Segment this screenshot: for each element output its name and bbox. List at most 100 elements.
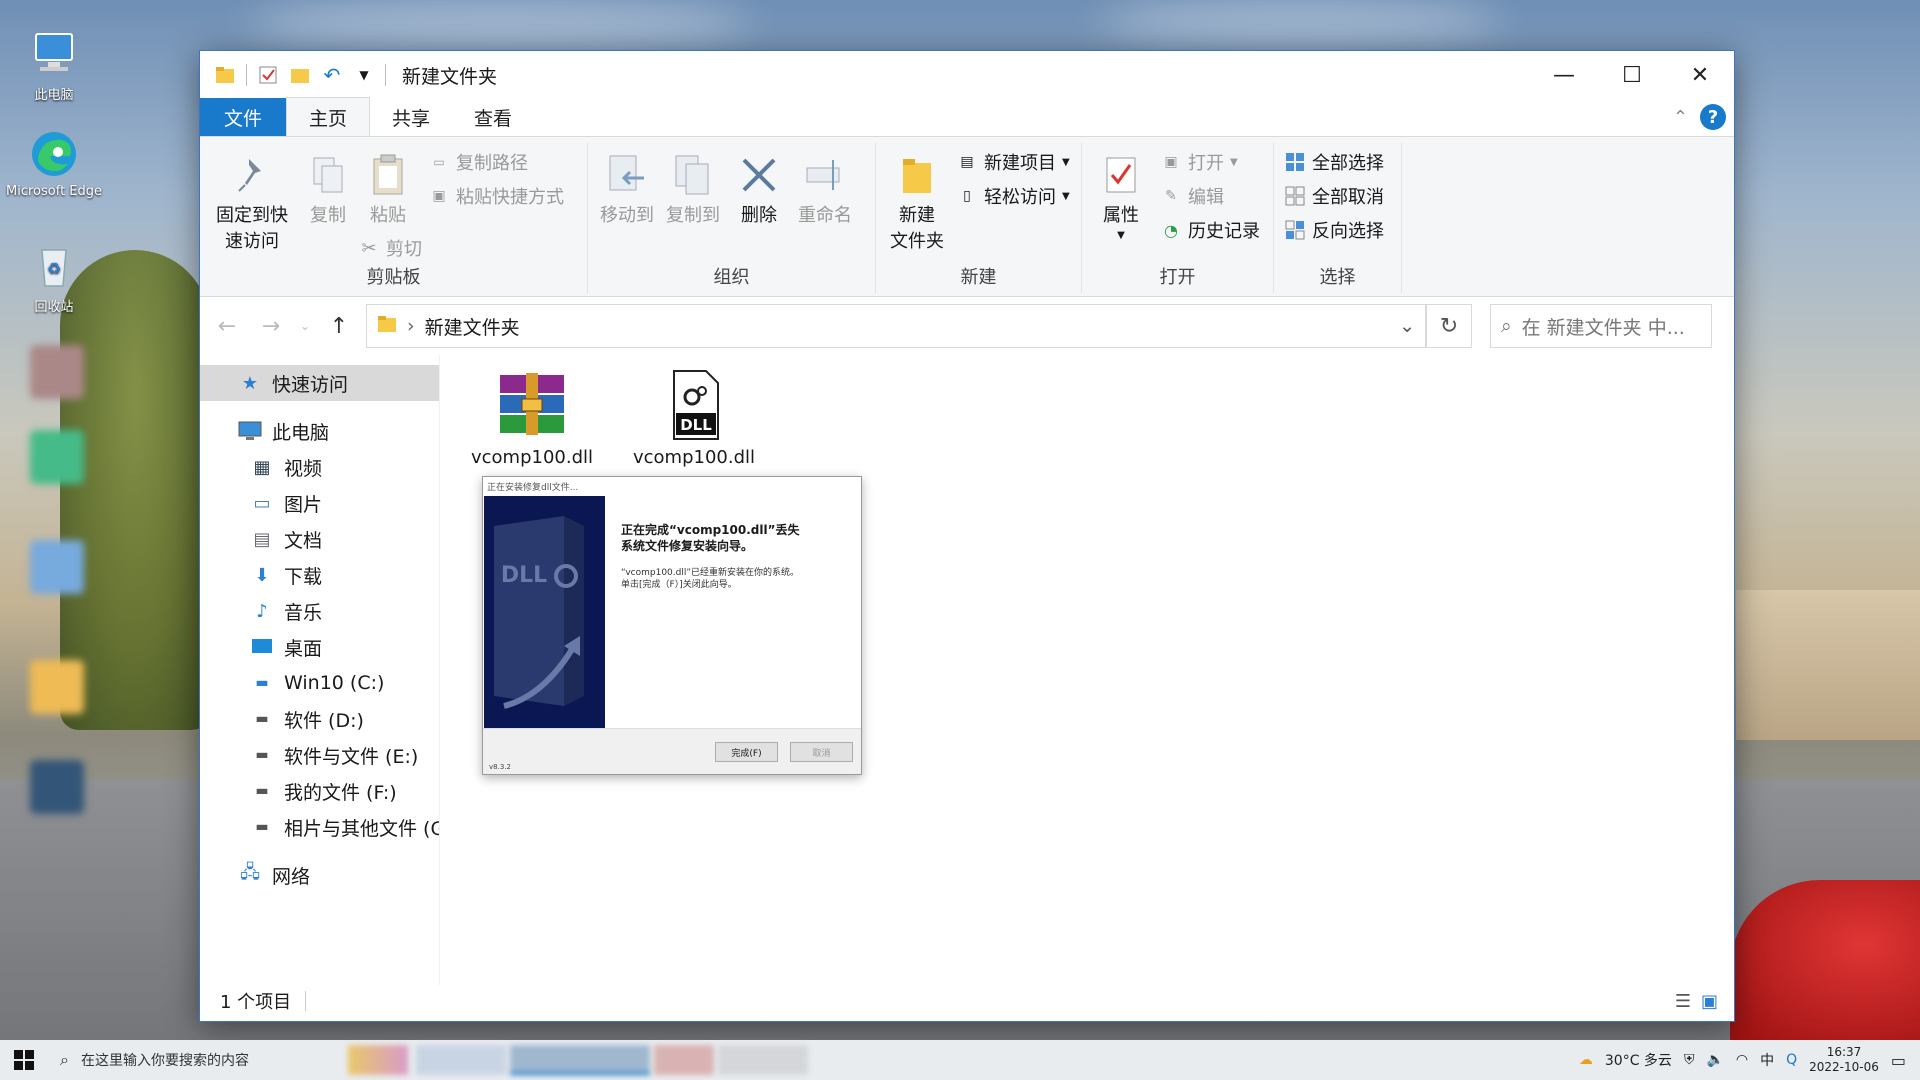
- blurred-taskbar-app[interactable]: [348, 1045, 408, 1075]
- main-area: ★ 快速访问 此电脑 ▦ 视频 ▭ 图片 ▤ 文档 ⬇ 下载 ♪ 音乐 桌面 ▬ Win10…: [200, 355, 1734, 985]
- tab-file[interactable]: 文件: [200, 98, 286, 136]
- blurred-desktop-icon[interactable]: [30, 345, 84, 399]
- new-item-button[interactable]: ▤ 新建项目 ▼: [956, 147, 1069, 177]
- tab-share[interactable]: 共享: [370, 98, 452, 136]
- file-item[interactable]: DLL vcomp100.dll: [619, 369, 769, 468]
- blurred-desktop-icon[interactable]: [30, 660, 84, 714]
- pin-label-line2: 速访问: [225, 231, 279, 253]
- wifi-icon[interactable]: ◠: [1736, 1052, 1748, 1068]
- tab-home[interactable]: 主页: [286, 97, 371, 136]
- nav-videos[interactable]: ▦ 视频: [200, 449, 439, 485]
- desktop-icon-edge[interactable]: Microsoft Edge: [6, 128, 102, 199]
- volume-icon[interactable]: 🔈: [1706, 1052, 1723, 1068]
- blurred-taskbar-app[interactable]: [718, 1045, 808, 1075]
- wallpaper-wall: [1736, 590, 1920, 740]
- up-arrow-icon[interactable]: ↑: [322, 314, 356, 339]
- select-none-button[interactable]: 全部取消: [1284, 181, 1384, 211]
- help-icon[interactable]: ?: [1700, 104, 1726, 130]
- maximize-button[interactable]: ☐: [1598, 51, 1666, 99]
- edit-button[interactable]: ✎ 编辑: [1160, 181, 1260, 211]
- security-shield-icon[interactable]: ⛨: [1684, 1052, 1695, 1068]
- cancel-button[interactable]: 取消: [790, 742, 853, 762]
- nav-drive-g[interactable]: ▬ 相片与其他文件 (G:: [200, 809, 439, 845]
- divider: [246, 64, 247, 86]
- nav-this-pc[interactable]: 此电脑: [200, 413, 439, 449]
- file-item[interactable]: vcomp100.dll: [457, 369, 607, 468]
- ribbon-group-organize: 移动到 复制到 删除 重命名 组织: [588, 143, 876, 293]
- breadcrumb-folder[interactable]: 新建文件夹: [425, 313, 520, 340]
- refresh-icon[interactable]: ↻: [1426, 304, 1472, 348]
- input-method-icon[interactable]: 中: [1760, 1050, 1774, 1070]
- select-all-button[interactable]: 全部选择: [1284, 147, 1384, 177]
- desktop-icon-recycle-bin[interactable]: ♻ 回收站: [6, 240, 102, 315]
- scissors-icon: ✂: [361, 237, 377, 259]
- minimize-button[interactable]: —: [1530, 51, 1598, 99]
- finish-button[interactable]: 完成(F): [715, 742, 778, 762]
- drive-icon: ▬: [255, 783, 269, 799]
- close-button[interactable]: ✕: [1666, 51, 1734, 99]
- delete-label: 删除: [741, 205, 777, 226]
- desktop-icon-this-pc[interactable]: 此电脑: [6, 28, 102, 103]
- wallpaper-car: [1730, 880, 1920, 1040]
- new-folder-icon[interactable]: [289, 64, 311, 86]
- properties-check-icon[interactable]: [257, 64, 279, 86]
- breadcrumb-separator-icon[interactable]: ›: [407, 315, 415, 337]
- details-view-icon[interactable]: ☰: [1675, 991, 1691, 1012]
- new-item-label: 新建项目: [984, 153, 1056, 174]
- weather-cloud-icon[interactable]: ☁: [1579, 1052, 1593, 1068]
- nav-downloads[interactable]: ⬇ 下载: [200, 557, 439, 593]
- blurred-desktop-icon[interactable]: [30, 760, 84, 814]
- blurred-desktop-icon[interactable]: [30, 430, 84, 484]
- edit-icon: ✎: [1165, 188, 1177, 204]
- taskbar-search[interactable]: ⌕ 在这里输入你要搜索的内容: [48, 1040, 348, 1080]
- svg-text:♻: ♻: [47, 259, 61, 278]
- weather-text[interactable]: 30°C 多云: [1605, 1050, 1672, 1070]
- nav-documents[interactable]: ▤ 文档: [200, 521, 439, 557]
- open-button[interactable]: ▣ 打开 ▼: [1160, 147, 1260, 177]
- clock[interactable]: 16:37 2022-10-06: [1809, 1045, 1879, 1075]
- collapse-ribbon-icon[interactable]: ⌃: [1673, 107, 1688, 128]
- forward-arrow-icon[interactable]: →: [254, 314, 288, 339]
- address-bar[interactable]: › 新建文件夹 ⌄: [366, 304, 1426, 348]
- nav-label: 下载: [284, 565, 323, 588]
- new-item-icon: ▤: [960, 154, 974, 170]
- back-arrow-icon[interactable]: ←: [210, 314, 244, 339]
- address-dropdown-icon[interactable]: ⌄: [1399, 315, 1415, 337]
- nav-desktop[interactable]: 桌面: [200, 629, 439, 665]
- nav-pictures[interactable]: ▭ 图片: [200, 485, 439, 521]
- nav-network[interactable]: 🖧 网络: [200, 857, 439, 893]
- copy-path-button[interactable]: ▭ 复制路径: [428, 147, 564, 177]
- search-icon: ⌕: [60, 1050, 69, 1069]
- move-to-icon: [605, 151, 649, 199]
- system-drive-icon: ▬: [255, 675, 269, 691]
- nav-drive-f[interactable]: ▬ 我的文件 (F:): [200, 773, 439, 809]
- nav-quick-access[interactable]: ★ 快速访问: [200, 365, 439, 401]
- blurred-taskbar-app[interactable]: [416, 1045, 506, 1075]
- blurred-desktop-icon[interactable]: [30, 540, 84, 594]
- desktop-icon-label: Microsoft Edge: [6, 184, 103, 199]
- undo-icon[interactable]: ↶: [321, 63, 343, 87]
- history-button[interactable]: ◔ 历史记录: [1160, 215, 1260, 245]
- large-icons-view-icon[interactable]: ▣: [1701, 991, 1718, 1012]
- qq-icon[interactable]: Q: [1786, 1052, 1797, 1068]
- installer-dialog: 正在安装修复dll文件... DLL 正在完成“vcomp100.dll”丢失 …: [482, 476, 862, 775]
- notification-icon[interactable]: ▭: [1891, 1051, 1906, 1070]
- tab-view[interactable]: 查看: [452, 98, 534, 136]
- nav-drive-c[interactable]: ▬ Win10 (C:): [200, 665, 439, 701]
- customize-toolbar-dropdown-icon[interactable]: ▼: [353, 64, 375, 86]
- nav-drive-e[interactable]: ▬ 软件与文件 (E:): [200, 737, 439, 773]
- nav-music[interactable]: ♪ 音乐: [200, 593, 439, 629]
- easy-access-button[interactable]: ▯ 轻松访问 ▼: [956, 181, 1070, 211]
- search-input[interactable]: ⌕ 在 新建文件夹 中...: [1490, 304, 1712, 348]
- invert-selection-button[interactable]: 反向选择: [1284, 215, 1384, 245]
- star-icon: ★: [241, 372, 259, 394]
- ribbon-group-new: 新建 文件夹 ▤ 新建项目 ▼ ▯ 轻松访问 ▼ 新建: [876, 143, 1082, 293]
- blurred-taskbar-app[interactable]: [510, 1045, 650, 1075]
- paste-shortcut-button[interactable]: ▣ 粘贴快捷方式: [428, 181, 564, 211]
- blurred-taskbar-app[interactable]: [654, 1045, 714, 1075]
- cut-button[interactable]: ✂ 剪切: [358, 233, 422, 263]
- video-icon: ▦: [253, 456, 271, 478]
- recent-locations-chevron-icon[interactable]: ⌄: [298, 319, 312, 333]
- nav-drive-d[interactable]: ▬ 软件 (D:): [200, 701, 439, 737]
- start-button[interactable]: [0, 1040, 48, 1080]
